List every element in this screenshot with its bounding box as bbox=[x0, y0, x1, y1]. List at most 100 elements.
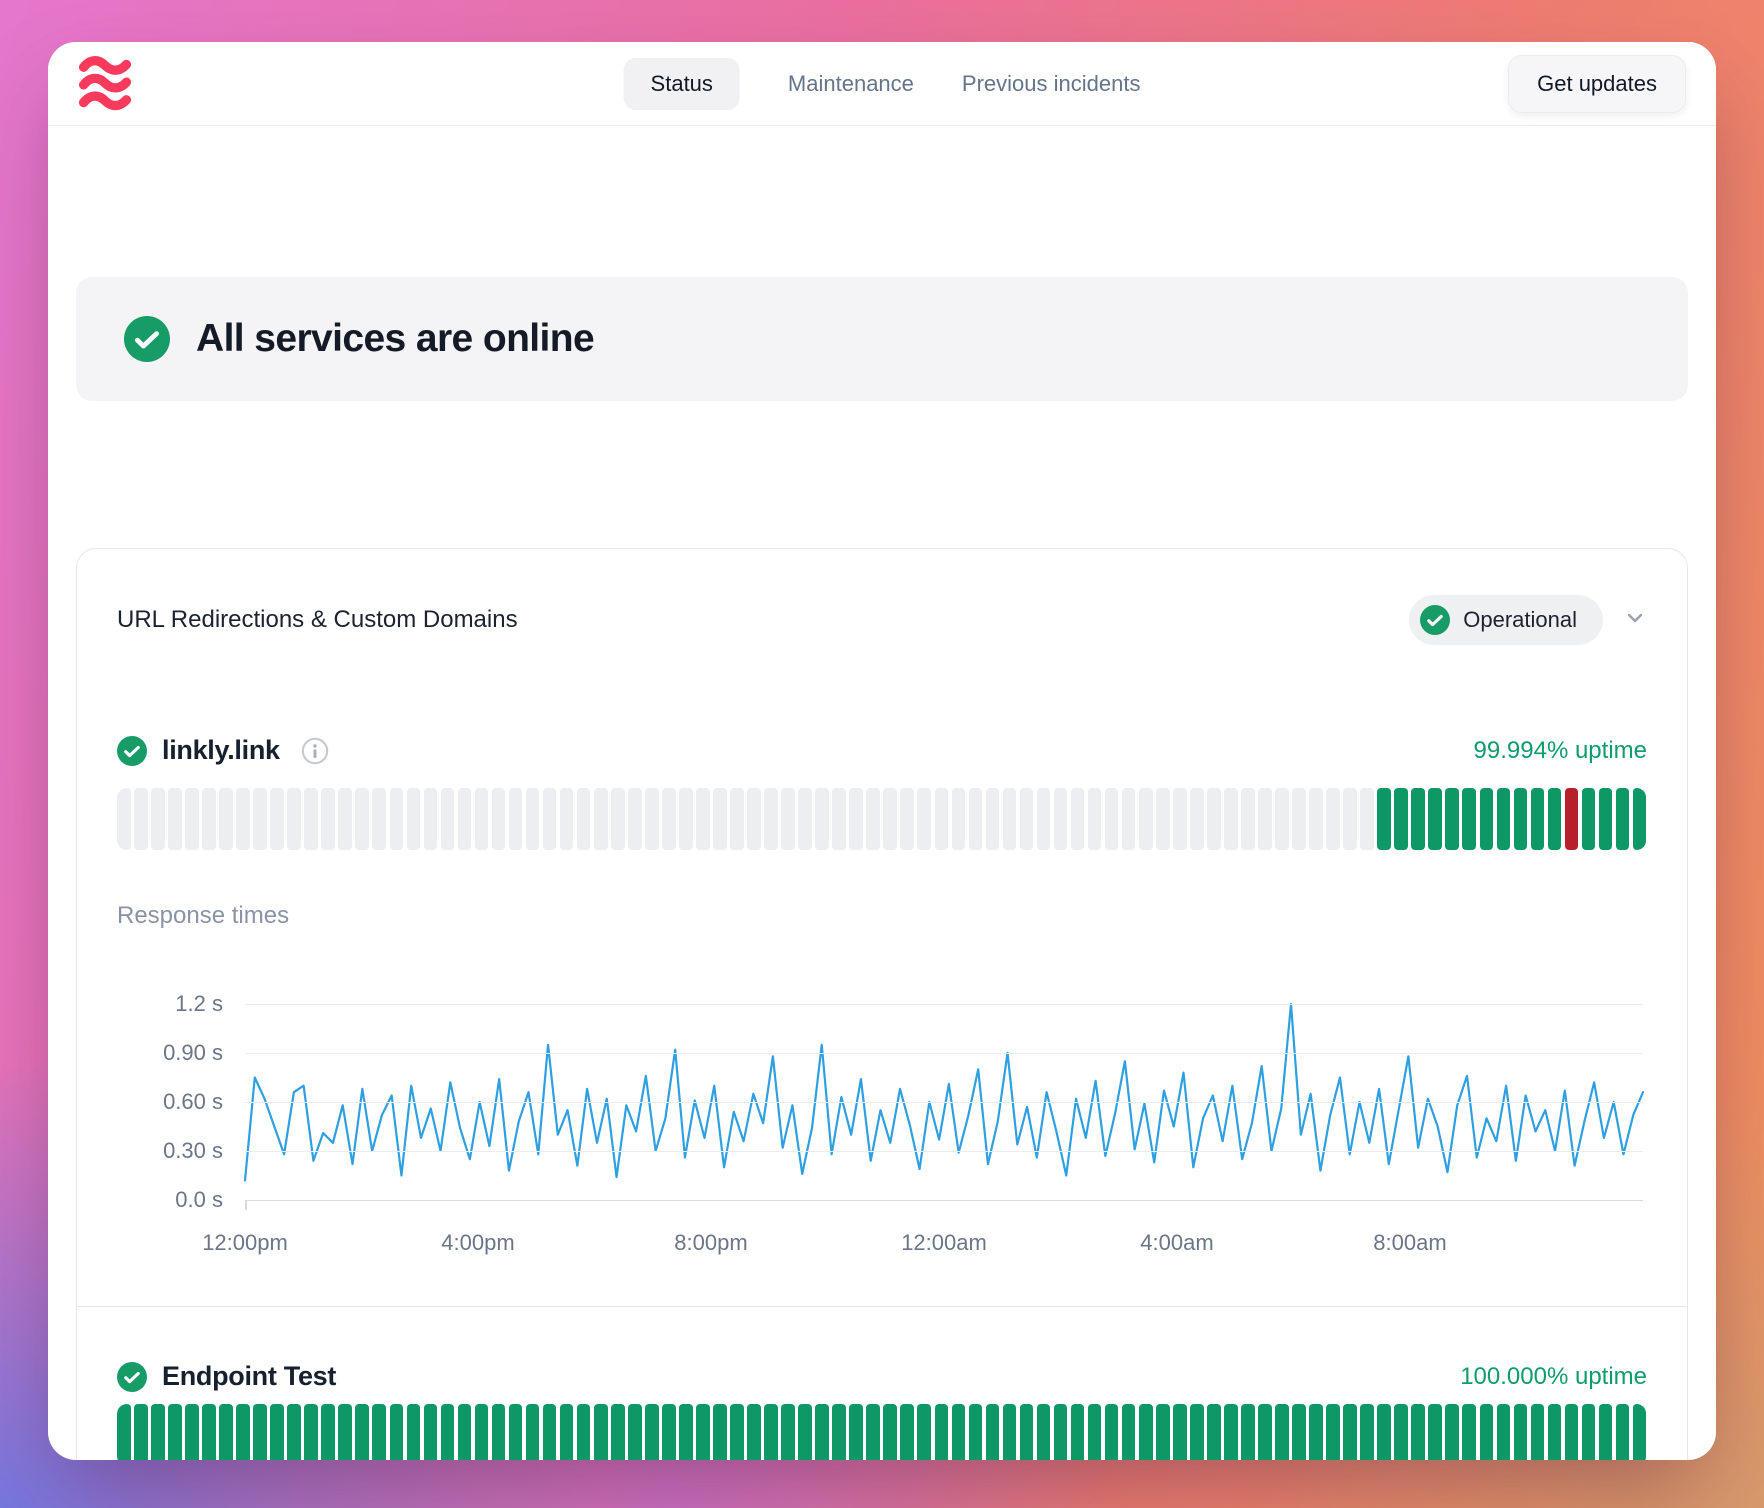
uptime-bar[interactable] bbox=[1003, 1404, 1017, 1460]
uptime-bar[interactable] bbox=[475, 1404, 489, 1460]
uptime-bar[interactable] bbox=[1462, 788, 1476, 850]
uptime-bar[interactable] bbox=[253, 788, 267, 850]
uptime-bar[interactable] bbox=[645, 788, 659, 850]
uptime-bar[interactable] bbox=[1548, 788, 1562, 850]
uptime-bar[interactable] bbox=[611, 788, 625, 850]
uptime-bar[interactable] bbox=[509, 1404, 523, 1460]
uptime-bar[interactable] bbox=[1445, 1404, 1459, 1460]
uptime-bar[interactable] bbox=[679, 788, 693, 850]
uptime-bar[interactable] bbox=[866, 788, 880, 850]
uptime-bar[interactable] bbox=[117, 788, 131, 850]
uptime-bar[interactable] bbox=[866, 1404, 880, 1460]
uptime-bar[interactable] bbox=[883, 788, 897, 850]
uptime-bar[interactable] bbox=[236, 1404, 250, 1460]
uptime-bar[interactable] bbox=[1037, 1404, 1051, 1460]
uptime-bar[interactable] bbox=[1207, 1404, 1221, 1460]
uptime-bar[interactable] bbox=[713, 788, 727, 850]
uptime-bar[interactable] bbox=[986, 788, 1000, 850]
uptime-bar[interactable] bbox=[1258, 788, 1272, 850]
uptime-bar[interactable] bbox=[1411, 1404, 1425, 1460]
uptime-bar[interactable] bbox=[1616, 1404, 1630, 1460]
uptime-bar[interactable] bbox=[1139, 788, 1153, 850]
uptime-bar[interactable] bbox=[424, 788, 438, 850]
uptime-bar[interactable] bbox=[1514, 788, 1528, 850]
uptime-bar[interactable] bbox=[1173, 788, 1187, 850]
uptime-bar[interactable] bbox=[832, 788, 846, 850]
uptime-bar[interactable] bbox=[1377, 788, 1391, 850]
uptime-bar[interactable] bbox=[1105, 788, 1119, 850]
uptime-bar[interactable] bbox=[764, 788, 778, 850]
uptime-bar[interactable] bbox=[662, 1404, 676, 1460]
uptime-bar[interactable] bbox=[117, 1404, 131, 1460]
uptime-bar[interactable] bbox=[543, 1404, 557, 1460]
waves-logo-icon[interactable] bbox=[78, 55, 132, 113]
uptime-bar[interactable] bbox=[1173, 1404, 1187, 1460]
uptime-bar[interactable] bbox=[969, 788, 983, 850]
uptime-bar[interactable] bbox=[287, 788, 301, 850]
uptime-bar[interactable] bbox=[1497, 1404, 1511, 1460]
uptime-bar[interactable] bbox=[185, 1404, 199, 1460]
uptime-bar[interactable] bbox=[134, 788, 148, 850]
uptime-bar[interactable] bbox=[219, 788, 233, 850]
uptime-bar[interactable] bbox=[338, 1404, 352, 1460]
uptime-bar[interactable] bbox=[815, 788, 829, 850]
uptime-bar[interactable] bbox=[764, 1404, 778, 1460]
uptime-bar[interactable] bbox=[134, 1404, 148, 1460]
uptime-bar[interactable] bbox=[1054, 788, 1068, 850]
uptime-bar[interactable] bbox=[1445, 788, 1459, 850]
uptime-bar[interactable] bbox=[1054, 1404, 1068, 1460]
uptime-bar[interactable] bbox=[628, 788, 642, 850]
uptime-bar[interactable] bbox=[168, 1404, 182, 1460]
uptime-bar[interactable] bbox=[747, 788, 761, 850]
uptime-bar[interactable] bbox=[645, 1404, 659, 1460]
uptime-bar[interactable] bbox=[1275, 1404, 1289, 1460]
uptime-bar[interactable] bbox=[696, 788, 710, 850]
uptime-bar[interactable] bbox=[390, 1404, 404, 1460]
uptime-bar[interactable] bbox=[798, 788, 812, 850]
uptime-bar[interactable] bbox=[168, 788, 182, 850]
uptime-bar[interactable] bbox=[1003, 788, 1017, 850]
uptime-bar[interactable] bbox=[1360, 1404, 1374, 1460]
uptime-bar[interactable] bbox=[969, 1404, 983, 1460]
uptime-bar[interactable] bbox=[1224, 1404, 1238, 1460]
uptime-bar[interactable] bbox=[1548, 1404, 1562, 1460]
uptime-bar[interactable] bbox=[492, 788, 506, 850]
uptime-bar[interactable] bbox=[1190, 1404, 1204, 1460]
uptime-bar[interactable] bbox=[1156, 1404, 1170, 1460]
uptime-bar[interactable] bbox=[424, 1404, 438, 1460]
uptime-bar[interactable] bbox=[390, 788, 404, 850]
uptime-bar[interactable] bbox=[1514, 1404, 1528, 1460]
uptime-bar[interactable] bbox=[1633, 788, 1647, 850]
uptime-bar[interactable] bbox=[355, 1404, 369, 1460]
uptime-bar[interactable] bbox=[1122, 788, 1136, 850]
uptime-bar[interactable] bbox=[1275, 788, 1289, 850]
uptime-bar[interactable] bbox=[1480, 1404, 1494, 1460]
uptime-bar[interactable] bbox=[577, 1404, 591, 1460]
uptime-bar[interactable] bbox=[287, 1404, 301, 1460]
uptime-bar[interactable] bbox=[1531, 1404, 1545, 1460]
uptime-bar[interactable] bbox=[202, 788, 216, 850]
uptime-bar[interactable] bbox=[492, 1404, 506, 1460]
uptime-bar[interactable] bbox=[679, 1404, 693, 1460]
uptime-bar[interactable] bbox=[1105, 1404, 1119, 1460]
uptime-bar[interactable] bbox=[952, 788, 966, 850]
info-circle-icon[interactable] bbox=[301, 737, 329, 765]
uptime-bar[interactable] bbox=[935, 788, 949, 850]
uptime-bar[interactable] bbox=[1599, 788, 1613, 850]
uptime-bar[interactable] bbox=[1343, 1404, 1357, 1460]
get-updates-button[interactable]: Get updates bbox=[1508, 55, 1686, 113]
uptime-bar[interactable] bbox=[338, 788, 352, 850]
uptime-bar[interactable] bbox=[1394, 788, 1408, 850]
uptime-bar[interactable] bbox=[849, 1404, 863, 1460]
uptime-bar[interactable] bbox=[560, 1404, 574, 1460]
uptime-bar[interactable] bbox=[628, 1404, 642, 1460]
uptime-bar[interactable] bbox=[321, 788, 335, 850]
uptime-bar[interactable] bbox=[1616, 788, 1630, 850]
uptime-bar[interactable] bbox=[526, 788, 540, 850]
uptime-bar[interactable] bbox=[1360, 788, 1374, 850]
uptime-bar[interactable] bbox=[815, 1404, 829, 1460]
uptime-bar[interactable] bbox=[594, 1404, 608, 1460]
uptime-bar[interactable] bbox=[781, 788, 795, 850]
uptime-bar[interactable] bbox=[730, 1404, 744, 1460]
status-badge[interactable]: Operational bbox=[1409, 595, 1603, 645]
